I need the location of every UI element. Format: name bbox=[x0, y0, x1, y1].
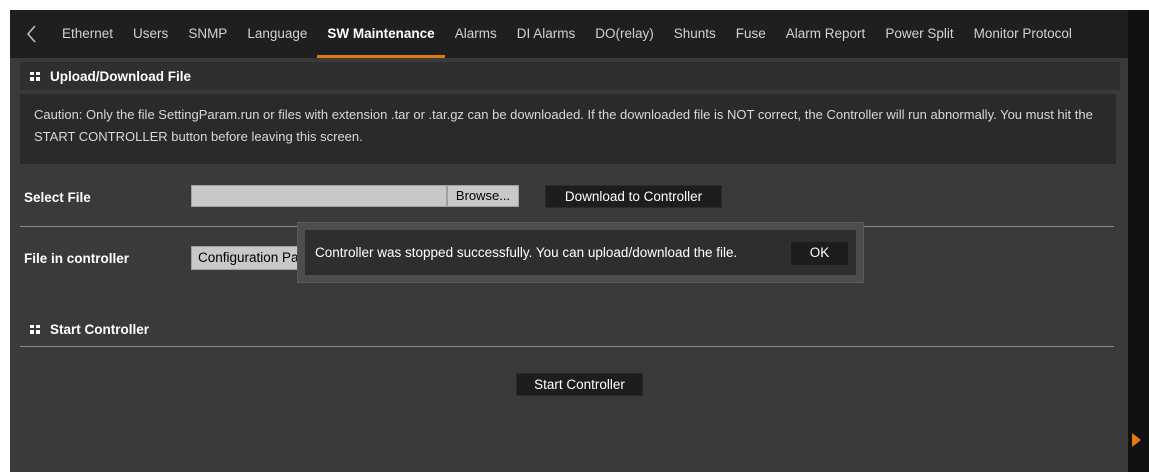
file-path-input[interactable] bbox=[191, 185, 447, 207]
download-to-controller-button[interactable]: Download to Controller bbox=[545, 185, 722, 208]
grid-icon bbox=[30, 71, 40, 81]
tab-alarms[interactable]: Alarms bbox=[445, 10, 507, 58]
tab-fuse[interactable]: Fuse bbox=[726, 10, 776, 58]
grid-icon bbox=[30, 324, 40, 334]
select-file-label: Select File bbox=[24, 190, 91, 205]
side-scroll-strip bbox=[1128, 10, 1149, 472]
tab-di-alarms[interactable]: DI Alarms bbox=[507, 10, 586, 58]
tab-do-relay[interactable]: DO(relay) bbox=[585, 10, 664, 58]
tab-snmp[interactable]: SNMP bbox=[178, 10, 237, 58]
browse-button[interactable]: Browse... bbox=[447, 185, 519, 207]
tab-ethernet[interactable]: Ethernet bbox=[52, 10, 123, 58]
tab-shunts[interactable]: Shunts bbox=[664, 10, 726, 58]
ok-button[interactable]: OK bbox=[791, 242, 848, 265]
tab-language[interactable]: Language bbox=[237, 10, 317, 58]
chevron-left-icon[interactable] bbox=[20, 22, 44, 46]
triangle-right-icon[interactable] bbox=[1132, 433, 1141, 447]
start-controller-section-header: Start Controller bbox=[20, 315, 1120, 343]
caution-message: Caution: Only the file SettingParam.run … bbox=[20, 94, 1116, 164]
tab-monitor-protocol[interactable]: Monitor Protocol bbox=[964, 10, 1082, 58]
status-dialog: Controller was stopped successfully. You… bbox=[297, 222, 864, 283]
upload-download-section-header: Upload/Download File bbox=[20, 62, 1120, 90]
file-in-controller-label: File in controller bbox=[24, 251, 130, 266]
section-title: Upload/Download File bbox=[50, 68, 191, 84]
maintenance-panel: Ethernet Users SNMP Language SW Maintenance A… bbox=[10, 10, 1128, 472]
tab-list: Ethernet Users SNMP Language SW Maintenance A… bbox=[52, 10, 1082, 58]
tab-users[interactable]: Users bbox=[123, 10, 178, 58]
start-controller-button[interactable]: Start Controller bbox=[516, 373, 643, 396]
tab-alarm-report[interactable]: Alarm Report bbox=[776, 10, 876, 58]
section-title: Start Controller bbox=[50, 321, 150, 337]
dialog-message: Controller was stopped successfully. You… bbox=[315, 245, 738, 260]
tab-power-split[interactable]: Power Split bbox=[875, 10, 963, 58]
divider bbox=[20, 346, 1114, 347]
dialog-body: Controller was stopped successfully. You… bbox=[305, 230, 856, 275]
tab-bar: Ethernet Users SNMP Language SW Maintenance A… bbox=[10, 10, 1128, 58]
tab-sw-maintenance[interactable]: SW Maintenance bbox=[317, 10, 445, 58]
